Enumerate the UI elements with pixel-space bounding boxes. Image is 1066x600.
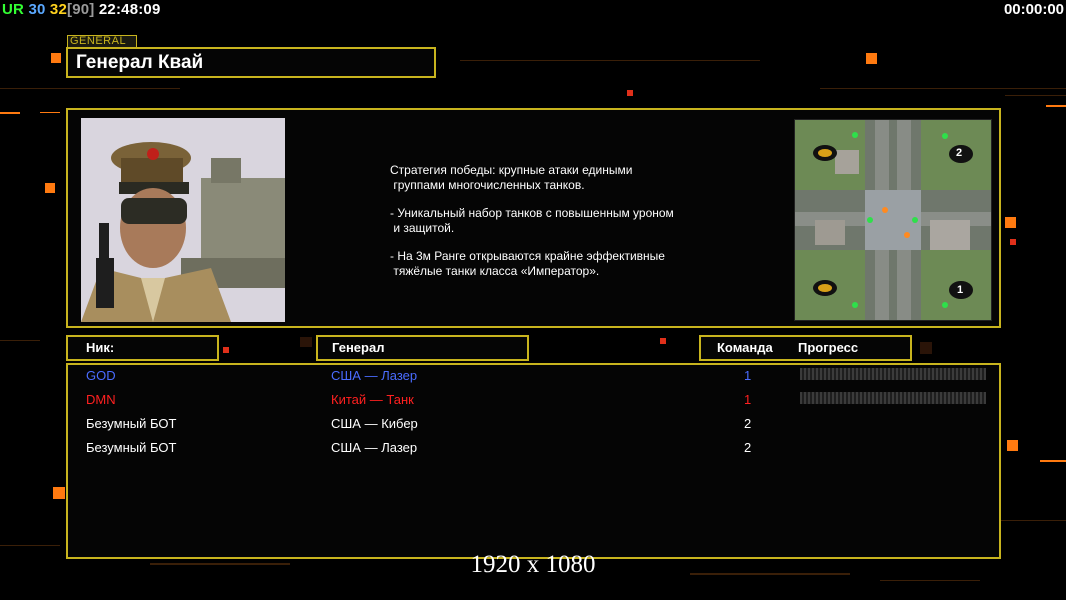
player-row: GOD США — Лазер 1 (68, 365, 999, 389)
hud-stats: UR 30 32[90] 22:48:09 (2, 1, 161, 18)
header-team: Команда (717, 340, 773, 355)
player-general: Китай — Танк (331, 392, 414, 407)
strategy-line: - На 3м Ранге открываются крайне эффекти… (390, 249, 665, 278)
minimap: 2 1 (794, 119, 992, 321)
general-name: Генерал Квай (76, 52, 204, 73)
header-nick: Ник: (86, 340, 115, 355)
players-list: GOD США — Лазер 1 DMN Китай — Танк 1 Безумный … (66, 363, 1001, 559)
player-team: 1 (744, 392, 752, 407)
player-team: 2 (744, 416, 752, 431)
player-general: США — Лазер (331, 440, 418, 455)
hud-ur-value-a: 30 (28, 1, 46, 18)
header-general-box: Генерал (316, 335, 529, 361)
minimap-marker-2: 2 (956, 147, 963, 159)
header-progress: Прогресс (798, 340, 859, 355)
player-row: DMN Китай — Танк 1 (68, 389, 999, 413)
match-timer: 00:00:00 (1003, 1, 1064, 18)
player-row: Безумный БОТ США — Кибер 2 (68, 413, 999, 437)
player-team: 1 (744, 368, 752, 383)
hud-clock: 22:48:09 (98, 1, 161, 18)
general-name-panel: Генерал Квай (66, 47, 436, 78)
header-team-progress-box: Команда Прогресс (699, 335, 912, 361)
general-portrait (81, 118, 285, 322)
player-general: США — Лазер (331, 368, 418, 383)
strategy-line: - Уникальный набор танков с повышенным у… (390, 206, 674, 235)
player-nick: GOD (86, 368, 116, 383)
minimap-marker-1: 1 (957, 284, 964, 296)
hud-ur-value-c: [90] (67, 1, 95, 18)
hud-ur-value-b: 32 (49, 1, 68, 18)
hud-ur-label: UR (2, 1, 25, 18)
strategy-description: Стратегия победы: крупные атаки едиными … (390, 163, 730, 292)
player-nick: Безумный БОТ (86, 416, 177, 431)
resolution-label: 1920 x 1080 (470, 551, 596, 578)
player-general: США — Кибер (331, 416, 418, 431)
player-progress-bar (800, 368, 986, 380)
general-info-panel: Стратегия победы: крупные атаки едиными … (66, 108, 1001, 328)
player-nick: DMN (86, 392, 116, 407)
player-progress-bar (800, 392, 986, 404)
header-general: Генерал (332, 340, 385, 355)
strategy-line: Стратегия победы: крупные атаки едиными … (390, 163, 633, 192)
player-team: 2 (744, 440, 752, 455)
player-row: Безумный БОТ США — Лазер 2 (68, 437, 999, 461)
player-nick: Безумный БОТ (86, 440, 177, 455)
header-nick-box: Ник: (66, 335, 219, 361)
